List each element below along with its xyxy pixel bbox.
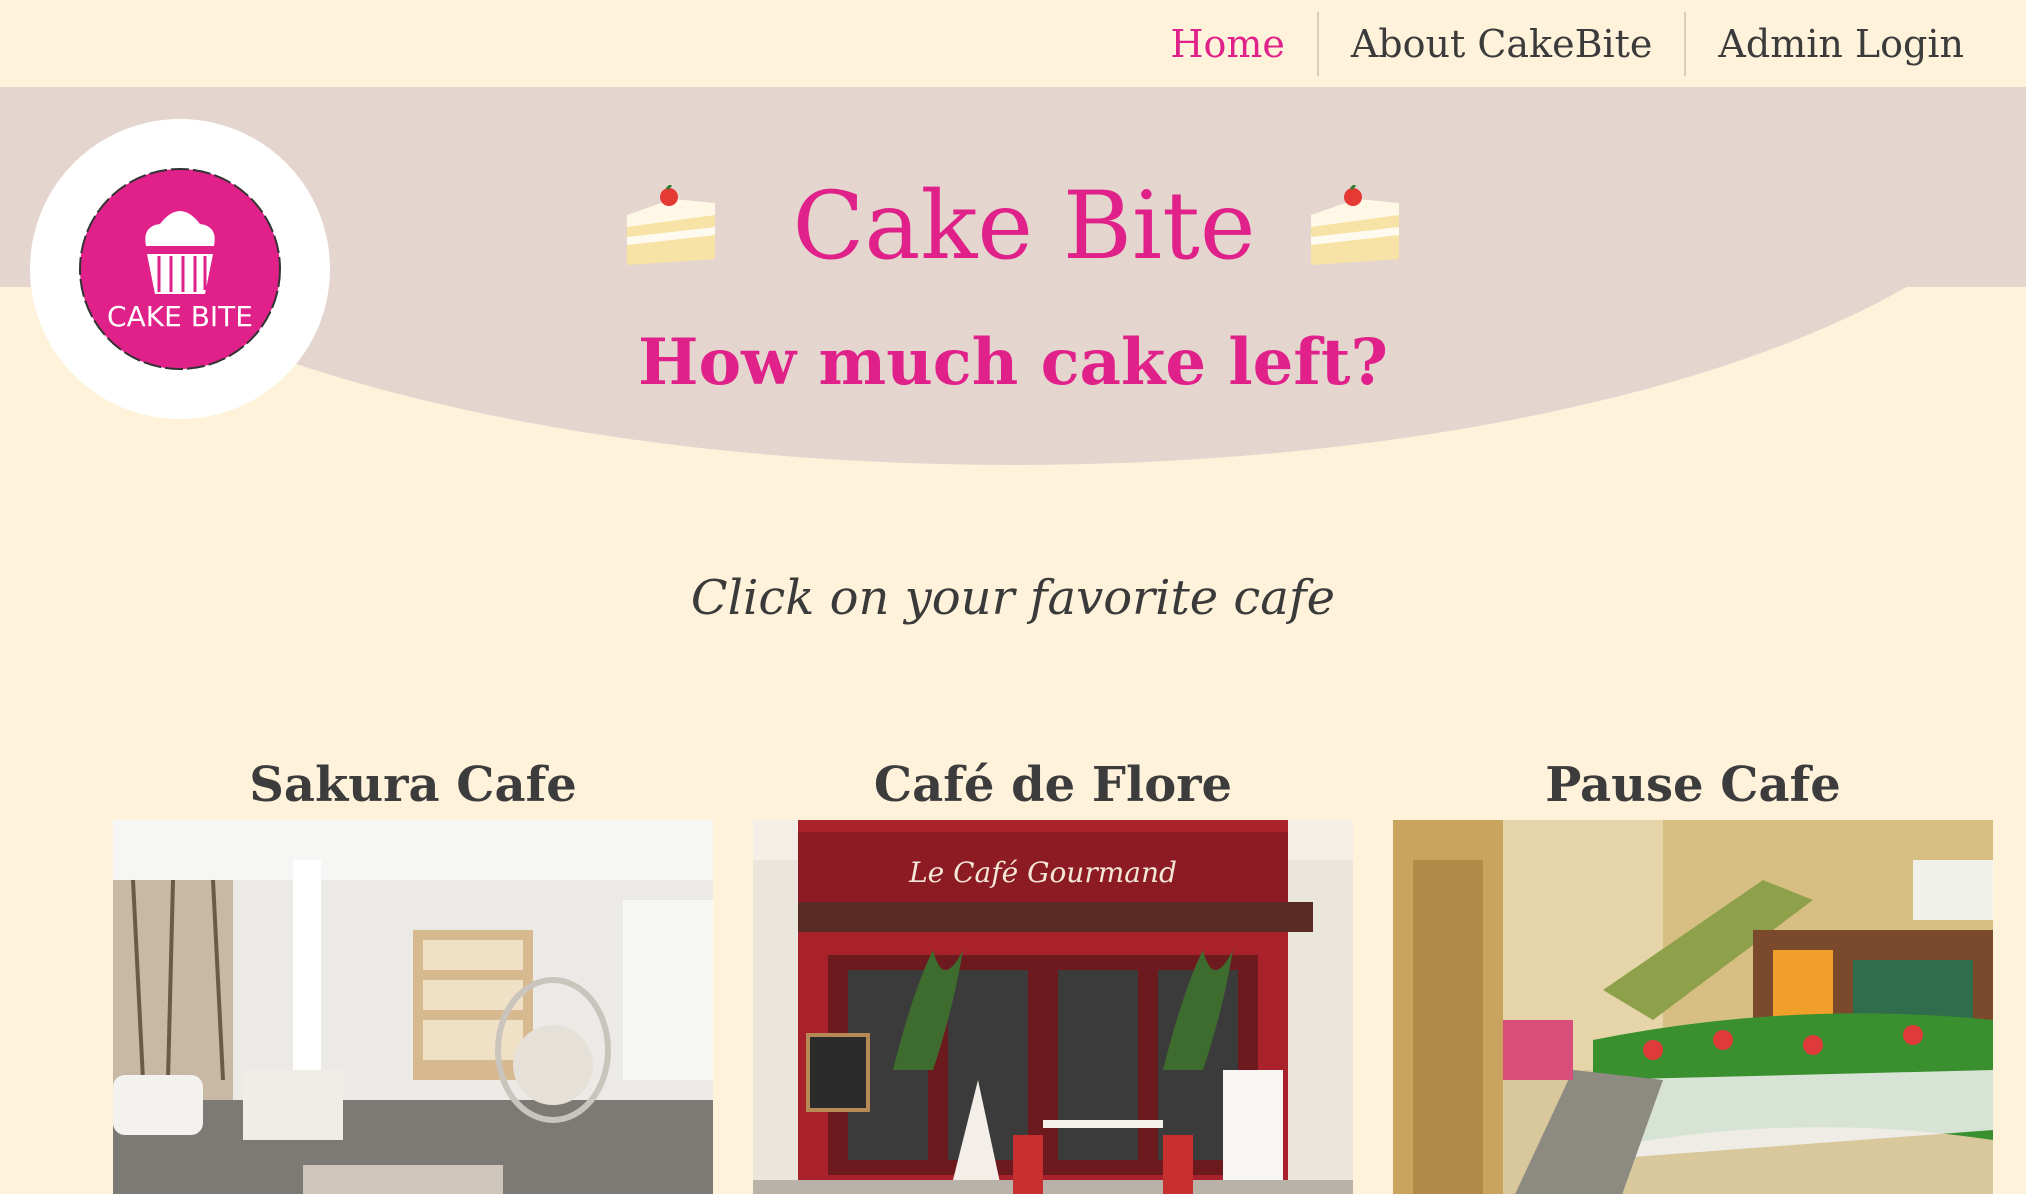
instruction-text: Click on your favorite cafe	[690, 570, 1336, 626]
cafe-card-sakura[interactable]: Sakura Cafe	[113, 750, 713, 1194]
cafe-sign-text: Le Café Gourmand	[908, 856, 1177, 889]
cake-slice-icon	[1311, 184, 1400, 265]
cake-slice-icon	[626, 184, 715, 265]
hero-subtitle: How much cake left?	[638, 325, 1388, 400]
cafe-de-flore-photo[interactable]: Le Café Gourmand	[753, 820, 1353, 1194]
top-navigation: Home About CakeBite Admin Login	[0, 0, 2026, 87]
hero-title: Cake Bite	[792, 172, 1256, 281]
cafe-list: Sakura Cafe Café de Flore Le Café Gourma…	[113, 750, 1993, 1194]
hero-title-row: Cake Bite	[0, 172, 2026, 281]
nav-about-link[interactable]: About CakeBite	[1319, 12, 1685, 76]
cafe-card-pause[interactable]: Pause Cafe	[1393, 750, 1993, 1194]
cafe-card-flore[interactable]: Café de Flore Le Café Gourmand	[753, 750, 1353, 1194]
cafe-name[interactable]: Café de Flore	[753, 750, 1353, 820]
sakura-cafe-photo[interactable]	[113, 820, 713, 1194]
pause-cafe-photo[interactable]	[1393, 820, 1993, 1194]
nav-admin-login-link[interactable]: Admin Login	[1686, 12, 1996, 76]
cafe-name[interactable]: Pause Cafe	[1393, 750, 1993, 820]
nav-home-link[interactable]: Home	[1138, 12, 1317, 76]
cafe-name[interactable]: Sakura Cafe	[113, 750, 713, 820]
